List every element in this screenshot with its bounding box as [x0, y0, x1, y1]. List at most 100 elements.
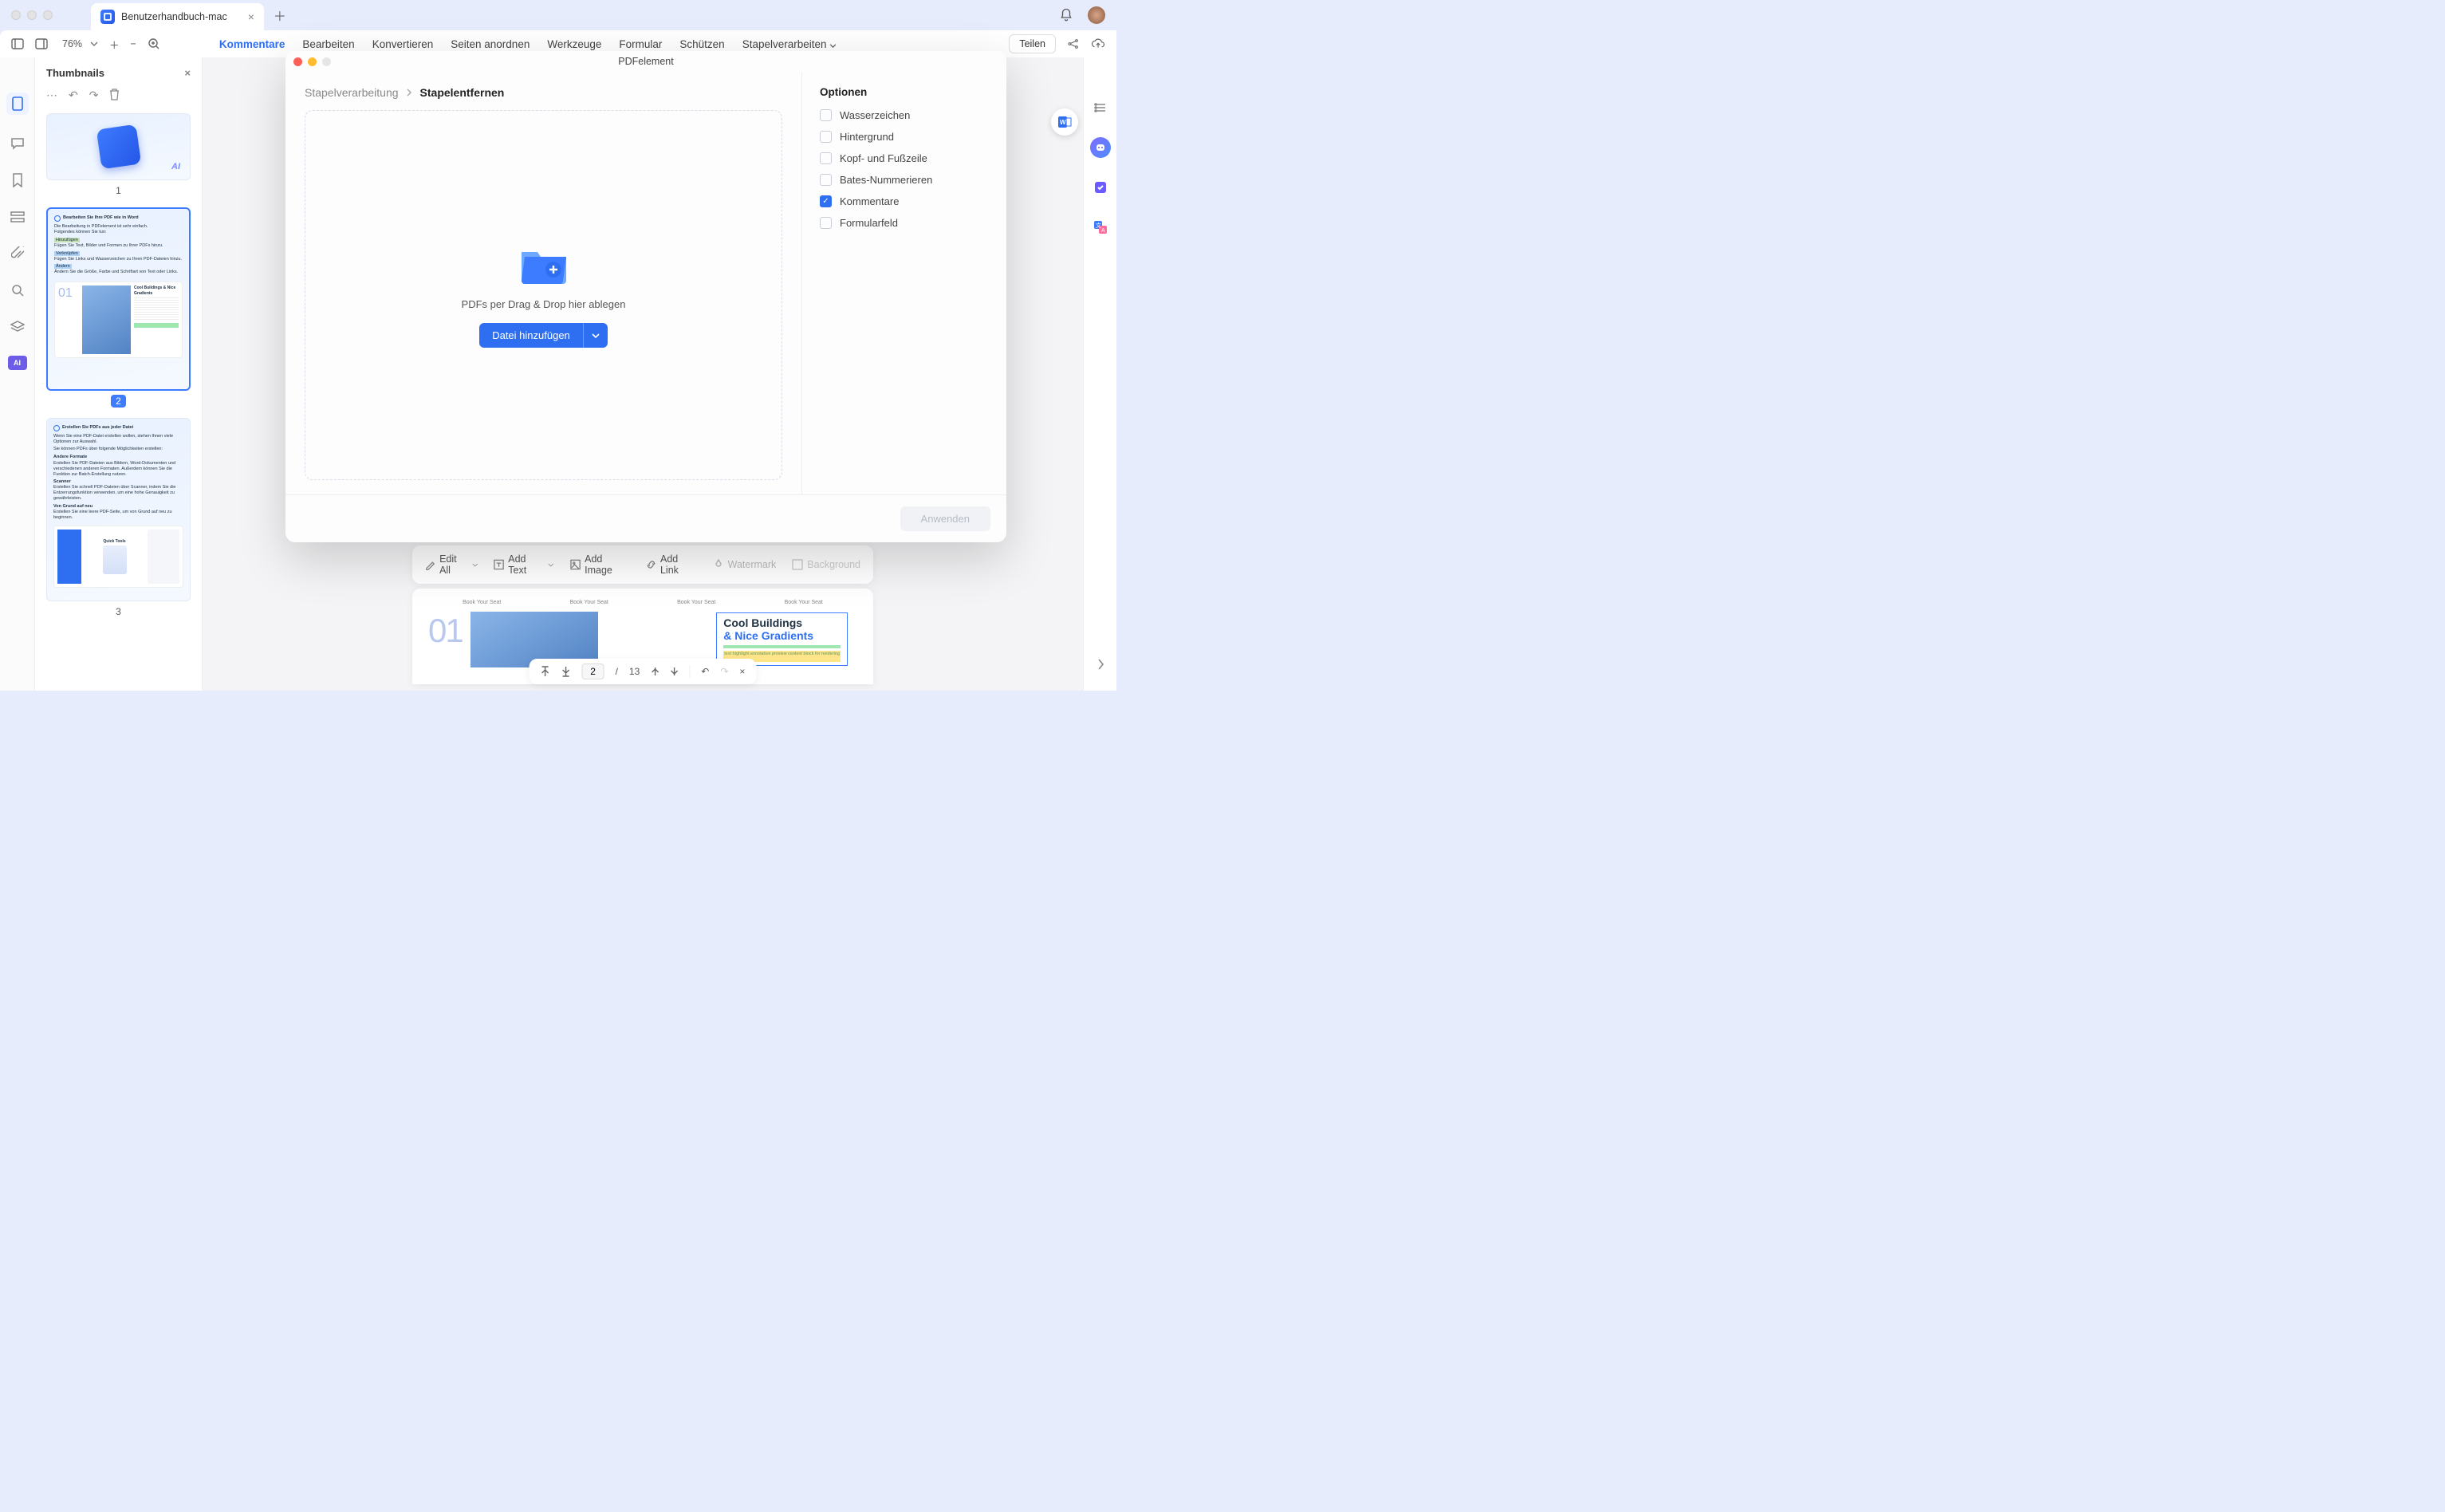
- undo-icon[interactable]: ↶: [701, 666, 709, 677]
- modal-body: Stapelverarbeitung Stapelentfernen PDFs …: [285, 72, 1006, 494]
- fit-page-icon[interactable]: [148, 37, 160, 50]
- comments-rail-icon[interactable]: [10, 136, 26, 152]
- fields-rail-icon[interactable]: [10, 209, 26, 225]
- share-network-icon[interactable]: [1067, 37, 1080, 50]
- drop-zone[interactable]: PDFs per Drag & Drop hier ablegen Datei …: [305, 110, 782, 480]
- modal-options: Optionen Wasserzeichen Hintergrund Kopf-…: [802, 72, 1006, 494]
- tab-stapel[interactable]: Stapelverarbeiten: [742, 37, 837, 52]
- translate-icon[interactable]: 文A: [1090, 217, 1111, 238]
- rotate-right-icon[interactable]: ↷: [89, 89, 99, 102]
- add-link-button[interactable]: Add Link: [646, 553, 697, 576]
- zoom-value: 76%: [62, 38, 82, 49]
- breadcrumb-current: Stapelentfernen: [420, 86, 505, 99]
- chevron-right-icon: [407, 89, 412, 96]
- thumbnail-page-1[interactable]: AI 1: [46, 113, 191, 196]
- page-sep: /: [616, 666, 618, 677]
- cloud-upload-icon[interactable]: [1091, 37, 1105, 50]
- edit-all-button[interactable]: Edit All: [425, 553, 478, 576]
- bell-icon[interactable]: [1059, 8, 1073, 22]
- close-window-icon[interactable]: [11, 10, 21, 20]
- bookmarks-rail-icon[interactable]: [10, 172, 26, 188]
- search-rail-icon[interactable]: [10, 282, 26, 298]
- thumbnail-page-3[interactable]: Erstellen Sie PDFs aus jeder Datei Wenn …: [46, 418, 191, 617]
- option-hintergrund[interactable]: Hintergrund: [820, 131, 989, 143]
- tab-konvertieren[interactable]: Konvertieren: [372, 37, 434, 52]
- option-formularfeld[interactable]: Formularfeld: [820, 217, 989, 229]
- expand-icon[interactable]: [1090, 654, 1111, 675]
- titlebar-right: [1059, 6, 1105, 24]
- tab-formular[interactable]: Formular: [619, 37, 662, 52]
- tab-bearbeiten[interactable]: Bearbeiten: [302, 37, 354, 52]
- ai-rail-icon[interactable]: AI: [8, 356, 27, 370]
- right-panel-toggle-icon[interactable]: [35, 38, 48, 49]
- left-panel-toggle-icon[interactable]: [11, 38, 24, 49]
- add-file-dropdown[interactable]: [583, 323, 608, 348]
- thumbnails-title: Thumbnails: [46, 67, 104, 79]
- apply-button[interactable]: Anwenden: [900, 506, 990, 531]
- thumbnail-page-2[interactable]: Bearbeiten Sie Ihre PDF wie in Word Die …: [46, 207, 191, 407]
- new-tab-button[interactable]: ＋: [274, 6, 286, 25]
- next-page-icon[interactable]: [670, 667, 678, 676]
- redo-icon[interactable]: ↷: [720, 666, 728, 677]
- minimize-window-icon[interactable]: [27, 10, 37, 20]
- ai-assist-icon[interactable]: [1090, 137, 1111, 158]
- tab-title: Benutzerhandbuch-mac: [121, 11, 227, 22]
- menu-tabs: Kommentare Bearbeiten Konvertieren Seite…: [219, 37, 837, 52]
- drop-zone-text: PDFs per Drag & Drop hier ablegen: [462, 298, 626, 310]
- layers-rail-icon[interactable]: [10, 319, 26, 335]
- option-kopf-fusszeile[interactable]: Kopf- und Fußzeile: [820, 152, 989, 164]
- svg-text:W: W: [1060, 119, 1066, 126]
- folder-add-icon: [518, 242, 569, 285]
- export-word-badge[interactable]: W: [1051, 108, 1078, 136]
- add-text-button[interactable]: Add Text: [494, 553, 554, 576]
- rotate-left-icon[interactable]: ↶: [69, 89, 78, 102]
- option-wasserzeichen[interactable]: Wasserzeichen: [820, 109, 989, 121]
- tab-close-icon[interactable]: ×: [248, 10, 254, 23]
- thumbnails-panel: Thumbnails × ⋯ ↶ ↷ AI 1 Bearbeiten Sie I…: [35, 57, 203, 691]
- share-button[interactable]: Teilen: [1009, 34, 1056, 53]
- document-tab[interactable]: Benutzerhandbuch-mac ×: [91, 3, 264, 30]
- thumbnails-more-icon[interactable]: ⋯: [46, 89, 57, 102]
- option-bates[interactable]: Bates-Nummerieren: [820, 174, 989, 186]
- text-selection[interactable]: Cool Buildings & Nice Gradients text hig…: [716, 612, 848, 666]
- zoom-in-icon[interactable]: ＋: [109, 37, 120, 52]
- user-avatar[interactable]: [1088, 6, 1105, 24]
- add-image-button[interactable]: Add Image: [570, 553, 630, 576]
- prev-page-icon[interactable]: [651, 667, 659, 676]
- close-pager-icon[interactable]: ×: [739, 666, 745, 677]
- option-kommentare[interactable]: Kommentare: [820, 195, 989, 207]
- sign-icon[interactable]: [1090, 177, 1111, 198]
- modal-breadcrumb: Stapelverarbeitung Stapelentfernen: [305, 86, 782, 99]
- page-number: 3: [116, 606, 121, 617]
- right-rail: 文A: [1083, 57, 1116, 691]
- batch-remove-modal: PDFelement Stapelverarbeitung Stapelentf…: [285, 51, 1006, 542]
- add-file-button[interactable]: Datei hinzufügen: [479, 323, 583, 348]
- tab-werkzeuge[interactable]: Werkzeuge: [547, 37, 601, 52]
- delete-page-icon[interactable]: [109, 89, 120, 102]
- watermark-button[interactable]: Watermark: [713, 559, 777, 570]
- maximize-window-icon[interactable]: [43, 10, 53, 20]
- breadcrumb-parent[interactable]: Stapelverarbeitung: [305, 86, 399, 99]
- tab-kommentare[interactable]: Kommentare: [219, 37, 285, 52]
- window-controls: [11, 10, 53, 20]
- zoom-out-icon[interactable]: −: [131, 38, 136, 49]
- svg-text:文: 文: [1096, 222, 1101, 229]
- thumbnails-close-icon[interactable]: ×: [184, 67, 191, 79]
- thumbnails-rail-icon[interactable]: [6, 93, 29, 115]
- modal-footer: Anwenden: [285, 494, 1006, 542]
- background-button[interactable]: Background: [792, 559, 860, 570]
- tab-seiten[interactable]: Seiten anordnen: [451, 37, 530, 52]
- first-page-icon[interactable]: [541, 666, 550, 677]
- svg-text:A: A: [1101, 228, 1105, 234]
- zoom-level[interactable]: 76%: [62, 38, 98, 49]
- page-input[interactable]: [582, 663, 604, 679]
- properties-icon[interactable]: [1090, 97, 1111, 118]
- attachments-rail-icon[interactable]: [10, 246, 26, 262]
- edit-toolbar: Edit All Add Text Add Image Add Link Wat…: [412, 545, 873, 584]
- last-page-icon[interactable]: [561, 666, 571, 677]
- left-rail: AI: [0, 57, 35, 691]
- tab-schuetzen[interactable]: Schützen: [679, 37, 724, 52]
- options-title: Optionen: [820, 86, 989, 98]
- page-navigator: / 13 ↶ ↷ ×: [530, 659, 757, 684]
- page-number: 2: [111, 395, 126, 408]
